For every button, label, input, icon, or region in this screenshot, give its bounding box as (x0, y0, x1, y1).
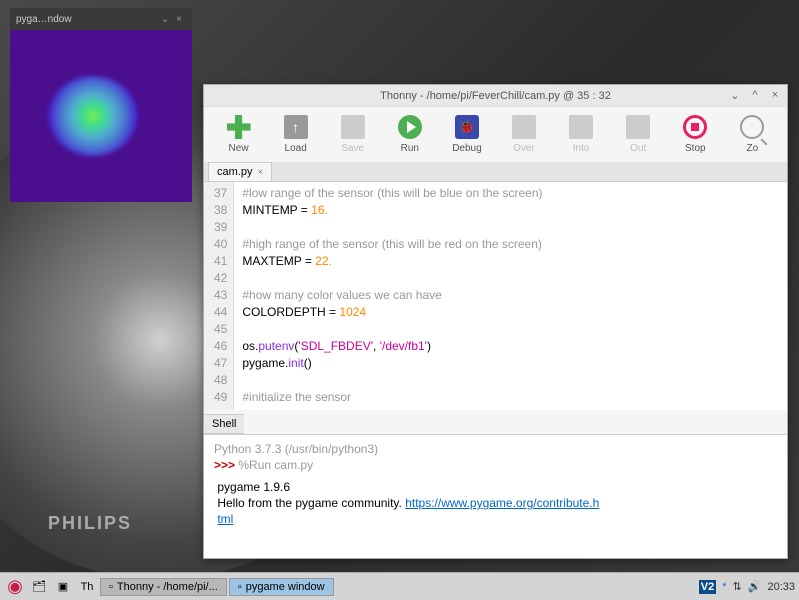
new-icon (227, 115, 251, 139)
run-button[interactable]: Run (383, 113, 436, 156)
thonny-launcher-icon[interactable]: Th (76, 576, 98, 598)
pygame-window[interactable]: pyga…ndow ⌄ × (10, 8, 192, 202)
save-icon (341, 115, 365, 139)
load-icon (284, 115, 308, 139)
thonny-titlebar[interactable]: Thonny - /home/pi/FeverChill/cam.py @ 35… (204, 85, 787, 107)
taskbar-task[interactable]: ▫ pygame window (229, 578, 334, 596)
shell-pygame-link-cont[interactable]: tml (217, 512, 233, 526)
shell-panel[interactable]: Python 3.7.3 (/usr/bin/python3) >>> %Run… (204, 434, 787, 558)
debug-button[interactable]: Debug (440, 113, 493, 156)
network-tray-icon[interactable]: ⇅ (733, 580, 742, 593)
file-manager-icon[interactable]: 🗂 (28, 576, 50, 598)
taskbar[interactable]: ◉ 🗂 ▣ Th ▫ Thonny - /home/pi/... ▫ pygame w… (0, 572, 799, 600)
shell-pygame-link[interactable]: https://www.pygame.org/contribute.h (405, 496, 599, 510)
tab-cam-py[interactable]: cam.py × (208, 162, 272, 181)
pygame-titlebar[interactable]: pyga…ndow ⌄ × (10, 8, 192, 30)
toolbar-label: Debug (452, 143, 481, 154)
pygame-thermal-canvas (10, 30, 192, 202)
new-button[interactable]: New (212, 113, 265, 156)
toolbar-label: Over (513, 143, 535, 154)
thonny-window-title: Thonny - /home/pi/FeverChill/cam.py @ 35… (380, 90, 611, 102)
raspberry-menu-icon[interactable]: ◉ (4, 576, 26, 598)
code-content[interactable]: #low range of the sensor (this will be b… (234, 182, 550, 410)
zo-icon (740, 115, 764, 139)
clock[interactable]: 20:33 (767, 581, 795, 593)
toolbar-label: Into (573, 143, 590, 154)
thonny-window[interactable]: Thonny - /home/pi/FeverChill/cam.py @ 35… (203, 84, 788, 559)
pygame-close-button[interactable]: × (172, 14, 186, 25)
into-button: Into (555, 113, 608, 156)
shell-output-line-1: pygame 1.9.6 (214, 479, 777, 495)
thonny-maximize-button[interactable]: ^ (749, 89, 761, 102)
code-editor[interactable]: 37383940414243444546474849 #low range of… (204, 182, 787, 410)
thonny-toolbar: New Load Save Run Debug Over Into Out Stop Zo (204, 107, 787, 162)
wallpaper-brand-text: PHILIPS (48, 513, 132, 534)
into-icon (569, 115, 593, 139)
system-tray[interactable]: V2 * ⇅ 🔊 20:33 (699, 580, 795, 594)
toolbar-label: Zo (747, 143, 759, 154)
out-icon (626, 115, 650, 139)
stop-button[interactable]: Stop (669, 113, 722, 156)
toolbar-label: Stop (685, 143, 706, 154)
zo-button[interactable]: Zo (726, 113, 779, 156)
task-label: Thonny - /home/pi/... (117, 581, 218, 593)
toolbar-label: Run (401, 143, 419, 154)
task-label: pygame window (246, 581, 325, 593)
shell-output-line-2: Hello from the pygame community. https:/… (214, 495, 777, 511)
toolbar-label: Load (285, 143, 307, 154)
shell-panel-label[interactable]: Shell (204, 414, 244, 434)
over-icon (512, 115, 536, 139)
thermal-blob-render (48, 76, 138, 156)
stop-icon (683, 115, 707, 139)
taskbar-task[interactable]: ▫ Thonny - /home/pi/... (100, 578, 227, 596)
line-number-gutter: 37383940414243444546474849 (204, 182, 234, 410)
pygame-window-title: pyga…ndow (16, 14, 158, 25)
task-icon: ▫ (109, 581, 113, 593)
terminal-icon[interactable]: ▣ (52, 576, 74, 598)
out-button: Out (612, 113, 665, 156)
toolbar-label: Save (341, 143, 364, 154)
tab-label: cam.py (217, 166, 252, 178)
toolbar-label: Out (630, 143, 646, 154)
thonny-close-button[interactable]: × (769, 89, 781, 102)
shell-prompt: >>> (214, 458, 235, 472)
debug-icon (455, 115, 479, 139)
over-button: Over (497, 113, 550, 156)
thonny-minimize-button[interactable]: ⌄ (729, 89, 741, 102)
editor-tabs: cam.py × (204, 162, 787, 182)
vnc-tray-icon[interactable]: V2 (699, 580, 716, 594)
toolbar-label: New (229, 143, 249, 154)
tab-close-icon[interactable]: × (257, 167, 263, 178)
volume-tray-icon[interactable]: 🔊 (748, 580, 762, 593)
shell-python-version: Python 3.7.3 (/usr/bin/python3) (214, 441, 777, 457)
run-icon (398, 115, 422, 139)
bluetooth-tray-icon[interactable]: * (722, 581, 726, 593)
shell-run-text: %Run cam.py (238, 458, 313, 472)
save-button: Save (326, 113, 379, 156)
load-button[interactable]: Load (269, 113, 322, 156)
pygame-minimize-button[interactable]: ⌄ (158, 14, 172, 25)
task-icon: ▫ (238, 581, 242, 593)
